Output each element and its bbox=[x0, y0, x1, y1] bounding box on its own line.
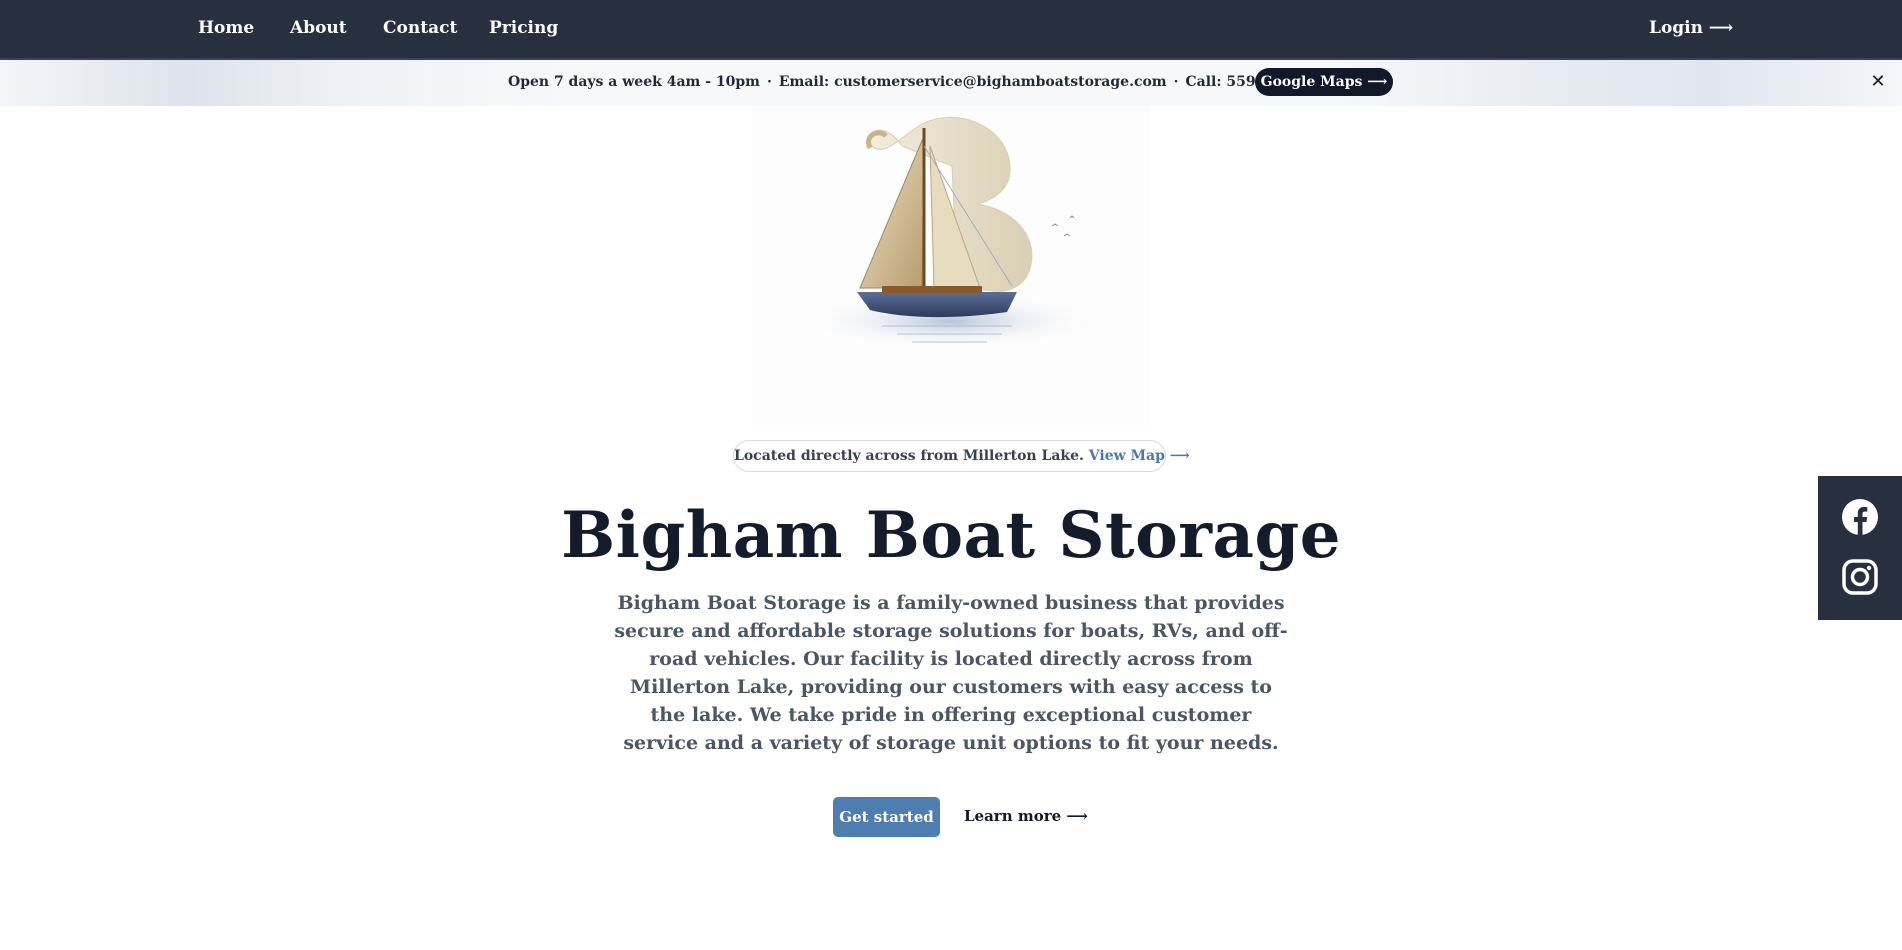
info-banner: Open 7 days a week 4am - 10pm · Email: cus… bbox=[0, 60, 1902, 106]
top-navbar: Home About Contact Pricing Login ⟶ bbox=[0, 0, 1902, 60]
nav-pricing[interactable]: Pricing bbox=[489, 18, 558, 38]
logo-sailboat-image bbox=[752, 106, 1150, 426]
login-link[interactable]: Login ⟶ bbox=[1649, 18, 1733, 38]
banner-email[interactable]: Email: customerservice@bighamboatstorage… bbox=[779, 74, 1167, 90]
banner-separator: · bbox=[766, 74, 772, 90]
nav-contact[interactable]: Contact bbox=[383, 18, 457, 38]
google-maps-button[interactable]: Google Maps ⟶ bbox=[1255, 68, 1393, 96]
facebook-icon[interactable] bbox=[1841, 498, 1879, 536]
banner-separator: · bbox=[1173, 74, 1179, 90]
banner-info: Open 7 days a week 4am - 10pm · Email: cus… bbox=[508, 74, 1335, 90]
page-title: Bigham Boat Storage bbox=[561, 498, 1341, 573]
instagram-icon[interactable] bbox=[1841, 558, 1879, 596]
location-text: Located directly across from Millerton L… bbox=[734, 448, 1084, 464]
close-icon[interactable]: ✕ bbox=[1866, 70, 1890, 94]
location-pill: Located directly across from Millerton L… bbox=[733, 440, 1190, 472]
nav-home[interactable]: Home bbox=[198, 18, 254, 38]
learn-more-link[interactable]: Learn more ⟶ bbox=[964, 807, 1088, 825]
social-sidebar bbox=[1818, 476, 1902, 620]
view-map-link[interactable]: View Map ⟶ bbox=[1089, 448, 1190, 464]
nav-about[interactable]: About bbox=[290, 18, 347, 38]
get-started-button[interactable]: Get started bbox=[833, 797, 940, 837]
hero-description: Bigham Boat Storage is a family-owned bu… bbox=[614, 592, 1288, 754]
banner-hours: Open 7 days a week 4am - 10pm bbox=[508, 74, 760, 90]
